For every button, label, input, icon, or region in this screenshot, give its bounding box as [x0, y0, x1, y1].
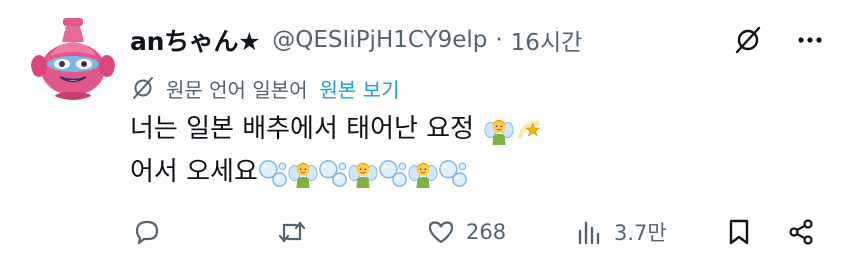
fairy-emoji: [348, 158, 378, 188]
show-original-link[interactable]: 원본 보기: [320, 74, 400, 103]
retweet-icon: [276, 217, 308, 247]
bookmark-button[interactable]: [726, 217, 752, 247]
translate-icon: [130, 75, 156, 101]
fairy-emoji: [288, 158, 318, 188]
tweet-line-1: 너는 일본 배추에서 태어난 요정: [130, 108, 544, 151]
dizzy-emoji: [514, 115, 544, 145]
bubbles-emoji: [438, 158, 468, 188]
views-button[interactable]: 3.7만: [576, 217, 667, 247]
translation-label: 원문 언어 일본어: [166, 77, 308, 102]
views-icon: [576, 217, 604, 247]
grok-slash-icon[interactable]: [732, 24, 764, 56]
bubbles-emoji: [258, 158, 288, 188]
share-icon: [786, 217, 816, 247]
tweet-line-2: 어서 오세요: [130, 151, 544, 194]
reply-icon: [132, 217, 162, 247]
retweet-button[interactable]: [276, 217, 318, 247]
like-count: 268: [466, 220, 507, 244]
more-dots-icon[interactable]: [794, 24, 826, 56]
fairy-emoji: [484, 115, 514, 145]
fairy-emoji: [408, 158, 438, 188]
tweet-header: anちゃん★ @QESIiPjH1CY9elp · 16시간: [130, 22, 826, 58]
like-button[interactable]: 268: [426, 217, 506, 247]
tweet-text-line-1: 너는 일본 배추에서 태어난 요정: [130, 114, 475, 144]
bubbles-emoji: [318, 158, 348, 188]
display-name[interactable]: anちゃん★: [130, 22, 261, 58]
separator-dot: ·: [495, 27, 503, 53]
header-actions: [732, 24, 826, 56]
avatar-image: [30, 14, 116, 100]
translation-notice: 원문 언어 일본어 원본 보기: [130, 72, 399, 104]
heart-icon: [426, 217, 456, 247]
tweet-text-line-2: 어서 오세요: [130, 157, 258, 187]
user-handle[interactable]: @QESIiPjH1CY9elp: [272, 27, 487, 53]
bookmark-icon: [726, 217, 752, 247]
bubbles-emoji: [378, 158, 408, 188]
reply-button[interactable]: [132, 217, 172, 247]
avatar[interactable]: [30, 14, 116, 100]
tweet-actions: 268 3.7만: [130, 210, 826, 254]
share-button[interactable]: [786, 217, 816, 247]
views-count: 3.7만: [614, 221, 667, 245]
tweet-timestamp[interactable]: 16시간: [511, 23, 583, 57]
tweet-body: 너는 일본 배추에서 태어난 요정 어서 오세요: [130, 108, 544, 194]
